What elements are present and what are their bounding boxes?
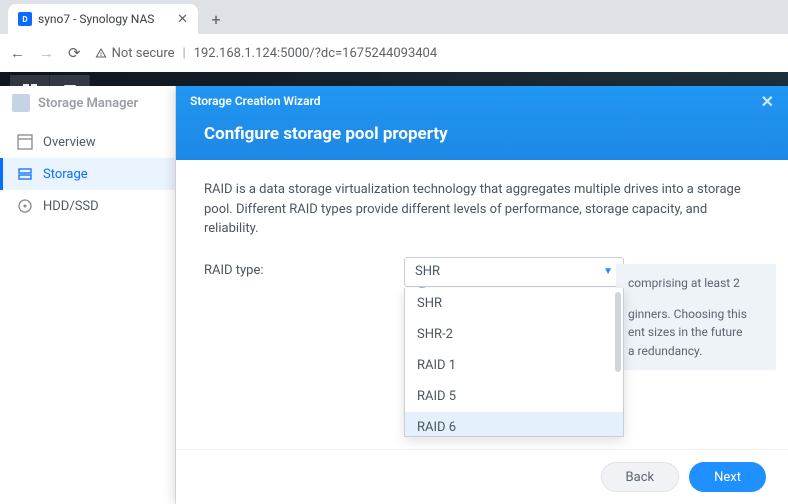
- info-line: ent sizes in the future: [628, 323, 764, 342]
- dropdown-option-shr2[interactable]: SHR-2: [405, 319, 623, 350]
- favicon-icon: D: [18, 12, 32, 26]
- sidebar-item-label: Overview: [43, 135, 96, 150]
- separator: |: [183, 46, 186, 61]
- dropdown-option-raid5[interactable]: RAID 5: [405, 381, 623, 412]
- sidebar-item-hdd-ssd[interactable]: HDD/SSD: [0, 190, 175, 222]
- tabs-bar: D syno7 - Synology NAS ✕ +: [0, 0, 788, 34]
- chevron-down-icon: ▼: [603, 266, 613, 277]
- storage-creation-wizard: Storage Creation Wizard ✕ Configure stor…: [176, 86, 788, 504]
- dropdown-option-raid1[interactable]: RAID 1: [405, 350, 623, 381]
- info-line: ginners. Choosing this: [628, 305, 764, 324]
- raid-type-dropdown: SHR SHR-2 RAID 1 RAID 5 RAID 6 RAID 10 B…: [404, 288, 624, 437]
- dropdown-option-shr[interactable]: SHR: [405, 288, 623, 319]
- sidebar-item-overview[interactable]: Overview: [0, 126, 175, 158]
- dropdown-option-raid6[interactable]: RAID 6: [405, 412, 623, 436]
- storage-icon: [17, 166, 33, 182]
- forward-icon[interactable]: →: [39, 44, 54, 62]
- storage-manager-header: Storage Manager: [0, 86, 175, 120]
- disk-icon: [17, 198, 33, 214]
- raid-type-value: SHR: [415, 264, 440, 279]
- wizard-title: Storage Creation Wizard: [190, 94, 321, 108]
- raid-type-label: RAID type:: [204, 257, 404, 278]
- sidebar-item-storage[interactable]: Storage: [0, 158, 175, 190]
- close-icon[interactable]: ✕: [177, 12, 188, 27]
- raid-type-select[interactable]: SHR ▼: [404, 257, 624, 287]
- new-tab-button[interactable]: +: [204, 7, 228, 31]
- wizard-description: RAID is a data storage virtualization te…: [204, 180, 760, 239]
- scrollbar[interactable]: [615, 292, 621, 372]
- back-button[interactable]: Back: [601, 462, 680, 492]
- address-bar: ← → ⟳ Not secure | 192.168.1.124:5000/?d…: [0, 34, 788, 72]
- wizard-header: Storage Creation Wizard ✕ Configure stor…: [176, 86, 788, 160]
- wizard-body: RAID is a data storage virtualization te…: [176, 160, 788, 449]
- sidebar-nav: Overview Storage HDD/SSD: [0, 120, 175, 222]
- reload-icon[interactable]: ⟳: [68, 44, 81, 62]
- info-line: comprising at least 2: [628, 274, 764, 293]
- wizard-heading: Configure storage pool property: [176, 116, 788, 160]
- back-icon[interactable]: ←: [10, 44, 25, 62]
- url-text: 192.168.1.124:5000/?dc=1675244093404: [194, 46, 437, 61]
- sidebar-item-label: Storage: [43, 167, 88, 182]
- sidebar-item-label: HDD/SSD: [43, 199, 99, 214]
- next-button[interactable]: Next: [689, 462, 766, 492]
- dsm-desktop: Storage Manager Overview Storage HDD/SSD…: [0, 72, 788, 504]
- storage-manager-icon: [12, 94, 30, 112]
- browser-tab[interactable]: D syno7 - Synology NAS ✕: [8, 4, 198, 34]
- security-badge: Not secure: [95, 46, 175, 61]
- browser-chrome: D syno7 - Synology NAS ✕ + ← → ⟳ Not sec…: [0, 0, 788, 72]
- raid-info-panel: comprising at least 2 ginners. Choosing …: [616, 264, 776, 370]
- close-icon[interactable]: ✕: [761, 92, 774, 111]
- wizard-footer: Back Next: [176, 449, 788, 504]
- overview-icon: [17, 134, 33, 150]
- warning-icon: [95, 47, 107, 59]
- tab-title: syno7 - Synology NAS: [38, 12, 154, 26]
- info-line: a redundancy.: [628, 342, 764, 361]
- storage-manager-title: Storage Manager: [38, 96, 138, 111]
- address-field[interactable]: Not secure | 192.168.1.124:5000/?dc=1675…: [95, 46, 778, 61]
- security-text: Not secure: [112, 46, 175, 61]
- storage-manager-sidebar: Storage Manager Overview Storage HDD/SSD: [0, 86, 176, 504]
